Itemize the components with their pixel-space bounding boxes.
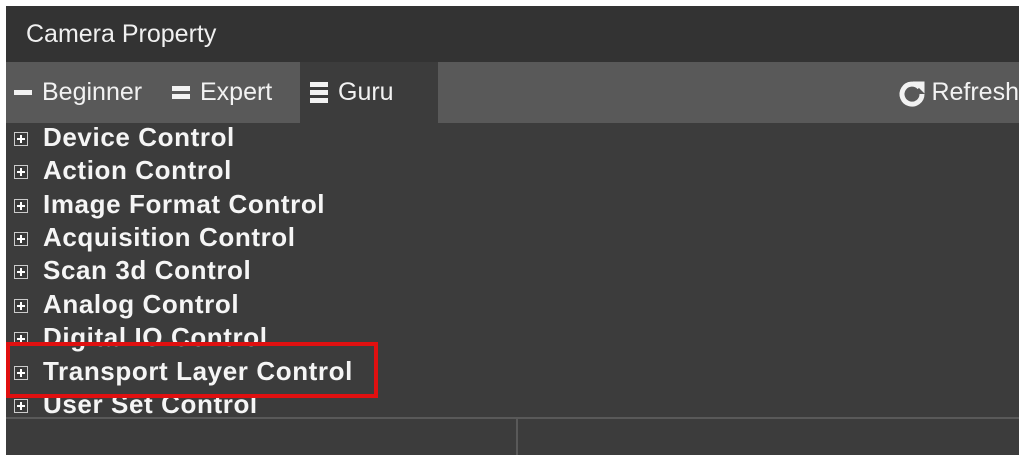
- property-detail-bar: [6, 417, 1019, 455]
- expand-plus-icon[interactable]: [14, 332, 28, 346]
- refresh-label: Refresh: [931, 78, 1019, 106]
- visibility-toolbar: Beginner Expert Guru Refresh: [6, 62, 1019, 123]
- expand-plus-icon[interactable]: [14, 366, 28, 380]
- expand-plus-icon[interactable]: [14, 232, 28, 246]
- tree-item-label: Device Control: [43, 123, 235, 152]
- tab-beginner[interactable]: Beginner: [14, 62, 142, 123]
- tree-item-action-control[interactable]: Action Control: [14, 154, 232, 185]
- expand-plus-icon[interactable]: [14, 199, 28, 213]
- tab-guru-label: Guru: [338, 78, 394, 106]
- panel-title: Camera Property: [6, 6, 1019, 62]
- tree-item-transport-layer-control[interactable]: Transport Layer Control: [14, 355, 353, 386]
- double-bar-icon: [172, 85, 190, 101]
- tree-item-label: Digital IO Control: [43, 321, 268, 352]
- tree-item-digital-io-control[interactable]: Digital IO Control: [14, 321, 268, 352]
- expand-plus-icon[interactable]: [14, 165, 28, 179]
- tree-item-label: Acquisition Control: [43, 221, 296, 252]
- tab-beginner-label: Beginner: [42, 78, 143, 106]
- tree-item-image-format-control[interactable]: Image Format Control: [14, 188, 326, 219]
- tab-expert[interactable]: Expert: [172, 62, 272, 123]
- tree-item-label: Transport Layer Control: [43, 355, 353, 386]
- tree-item-label: Action Control: [43, 154, 232, 185]
- refresh-button[interactable]: Refresh: [897, 62, 1019, 123]
- column-splitter[interactable]: [516, 419, 518, 455]
- tab-expert-label: Expert: [200, 78, 273, 106]
- expand-plus-icon[interactable]: [14, 265, 28, 279]
- feature-tree: Device Control Action Control Image Form…: [6, 123, 1019, 419]
- expand-plus-icon[interactable]: [14, 299, 28, 313]
- refresh-icon: [900, 81, 925, 107]
- tab-guru[interactable]: Guru: [300, 62, 438, 123]
- tree-item-label: Analog Control: [43, 288, 240, 319]
- tree-item-label: User Set Control: [43, 388, 258, 419]
- tree-item-acquisition-control[interactable]: Acquisition Control: [14, 221, 296, 252]
- expand-plus-icon[interactable]: [14, 132, 28, 146]
- tree-item-device-control[interactable]: Device Control: [14, 123, 235, 152]
- tree-item-label: Image Format Control: [43, 188, 326, 219]
- tree-item-scan-3d-control[interactable]: Scan 3d Control: [14, 254, 252, 285]
- expand-plus-icon[interactable]: [14, 399, 28, 413]
- single-bar-icon: [14, 89, 32, 97]
- tree-item-user-set-control[interactable]: User Set Control: [14, 388, 258, 419]
- tree-item-analog-control[interactable]: Analog Control: [14, 288, 240, 319]
- camera-property-panel: Camera Property Beginner Expert Guru Ref…: [6, 6, 1019, 455]
- tree-item-label: Scan 3d Control: [43, 254, 252, 285]
- triple-bar-icon: [310, 81, 328, 105]
